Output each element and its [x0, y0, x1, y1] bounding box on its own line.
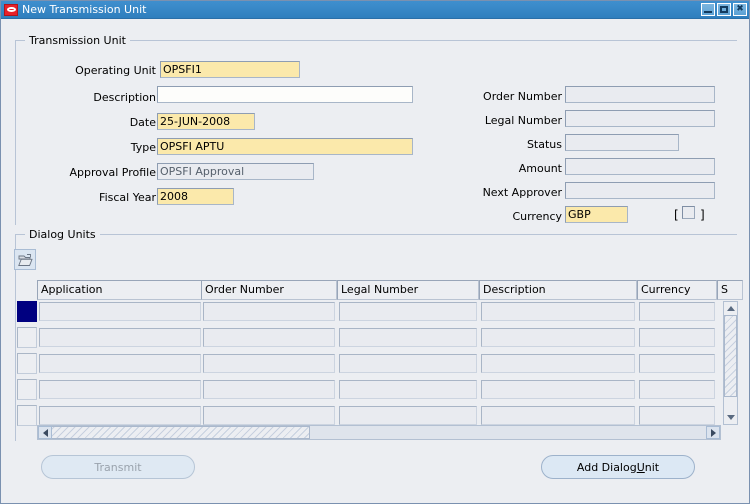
window-title: New Transmission Unit: [22, 2, 147, 16]
cell-currency[interactable]: [639, 328, 715, 347]
open-dialog-units-button[interactable]: [14, 249, 36, 270]
status-input: [565, 134, 679, 151]
transmit-button[interactable]: Transmit: [41, 455, 195, 479]
fiscal-year-input[interactable]: 2008: [157, 188, 234, 205]
label-fiscal-year: Fiscal Year: [99, 191, 156, 204]
cell-order-number[interactable]: [203, 302, 335, 321]
legal-number-input: [565, 110, 715, 127]
scroll-down-button[interactable]: [724, 411, 737, 424]
operating-unit-input[interactable]: OPSFI1: [160, 61, 300, 78]
cell-application[interactable]: [39, 328, 201, 347]
label-order-number: Order Number: [483, 90, 562, 103]
cell-currency[interactable]: [639, 406, 715, 425]
cell-order-number[interactable]: [203, 406, 335, 425]
cell-application[interactable]: [39, 380, 201, 399]
next-approver-input: [565, 182, 715, 199]
type-input[interactable]: OPSFI APTU: [157, 138, 413, 155]
cell-application[interactable]: [39, 354, 201, 373]
cell-currency[interactable]: [639, 380, 715, 399]
cell-currency[interactable]: [639, 302, 715, 321]
bracket-close: ]: [700, 208, 705, 222]
folder-open-icon: [17, 253, 33, 266]
table-vertical-scrollbar[interactable]: [723, 301, 738, 425]
date-input[interactable]: 25-JUN-2008: [157, 113, 255, 130]
cell-legal-number[interactable]: [339, 354, 477, 373]
column-header-description[interactable]: Description: [479, 280, 637, 300]
cell-order-number[interactable]: [203, 354, 335, 373]
scroll-up-button[interactable]: [724, 302, 737, 315]
close-button[interactable]: ✖: [733, 3, 747, 16]
cell-application[interactable]: [39, 302, 201, 321]
amount-input: [565, 158, 715, 175]
cell-description[interactable]: [481, 302, 635, 321]
order-number-input: [565, 86, 715, 103]
row-selector[interactable]: [17, 379, 37, 400]
label-currency: Currency: [512, 210, 562, 223]
row-selector[interactable]: [17, 327, 37, 348]
currency-input[interactable]: GBP: [565, 206, 628, 223]
label-status: Status: [526, 138, 562, 151]
cell-description[interactable]: [481, 328, 635, 347]
row-selector[interactable]: [17, 301, 37, 322]
vertical-scroll-thumb[interactable]: [724, 315, 737, 397]
label-description: Description: [93, 91, 156, 104]
maximize-button[interactable]: [717, 3, 731, 16]
transmission-unit-group-title: Transmission Unit: [25, 34, 130, 47]
label-amount: Amount: [518, 162, 562, 175]
row-selector[interactable]: [17, 405, 37, 426]
transmit-button-label: Transmit: [94, 460, 142, 474]
cell-legal-number[interactable]: [339, 328, 477, 347]
window-controls: ✖: [701, 3, 747, 16]
cell-description[interactable]: [481, 406, 635, 425]
approval-profile-input: OPSFI Approval: [157, 163, 314, 180]
oracle-logo-icon: [4, 3, 18, 16]
cell-legal-number[interactable]: [339, 380, 477, 399]
row-selector[interactable]: [17, 353, 37, 374]
label-operating-unit: Operating Unit: [75, 64, 156, 77]
column-header-currency[interactable]: Currency: [637, 280, 717, 300]
add-dialog-unit-button[interactable]: Add Dialog Unit: [541, 455, 695, 479]
cell-order-number[interactable]: [203, 328, 335, 347]
column-header-order-number[interactable]: Order Number: [201, 280, 337, 300]
cell-legal-number[interactable]: [339, 406, 477, 425]
description-input[interactable]: [157, 86, 413, 103]
label-type: Type: [130, 141, 156, 154]
chevron-up-icon: [726, 306, 735, 311]
currency-flag-checkbox[interactable]: [682, 206, 695, 219]
cell-legal-number[interactable]: [339, 302, 477, 321]
column-header-status[interactable]: S: [717, 280, 743, 300]
add-dialog-unit-label-before: Add Dialog: [576, 460, 637, 474]
table-horizontal-scrollbar[interactable]: [37, 425, 721, 440]
label-approval-profile: Approval Profile: [69, 166, 156, 179]
add-dialog-unit-label-after: nit: [644, 460, 660, 474]
scroll-right-button[interactable]: [706, 426, 720, 439]
cell-order-number[interactable]: [203, 380, 335, 399]
cell-description[interactable]: [481, 354, 635, 373]
cell-description[interactable]: [481, 380, 635, 399]
chevron-down-icon: [726, 415, 735, 420]
scroll-left-button[interactable]: [38, 426, 52, 439]
label-legal-number: Legal Number: [484, 114, 562, 127]
client-area: Transmission Unit Operating Unit Descrip…: [1, 20, 749, 503]
chevron-right-icon: [710, 428, 716, 437]
cell-currency[interactable]: [639, 354, 715, 373]
column-header-application[interactable]: Application: [37, 280, 203, 300]
cell-application[interactable]: [39, 406, 201, 425]
column-header-legal-number[interactable]: Legal Number: [337, 280, 479, 300]
new-transmission-unit-window: New Transmission Unit ✖ Transmission Uni…: [0, 0, 750, 504]
label-next-approver: Next Approver: [482, 186, 562, 199]
minimize-button[interactable]: [701, 3, 715, 16]
add-dialog-unit-mnemonic: U: [636, 460, 645, 474]
dialog-units-group-title: Dialog Units: [25, 228, 100, 241]
label-date: Date: [129, 116, 156, 129]
window-titlebar: New Transmission Unit ✖: [1, 1, 749, 19]
chevron-left-icon: [42, 428, 48, 437]
bracket-open: [: [674, 208, 679, 222]
horizontal-scroll-thumb[interactable]: [38, 426, 310, 439]
close-icon: ✖: [736, 4, 744, 14]
